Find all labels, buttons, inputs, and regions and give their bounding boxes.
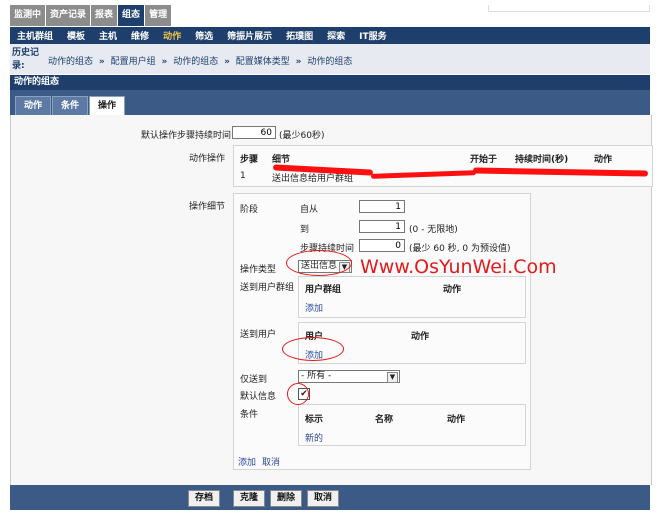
col-label: 标示	[305, 415, 324, 425]
breadcrumb-separator: »	[295, 57, 302, 67]
col-user-action: 动作	[411, 332, 430, 342]
step-duration-note: (最少 60 秒, 0 为预设值)	[409, 244, 511, 254]
operations-form: 默认操作步骤持续时间 (最少60秒) 动作操作 步骤 细节 开始于 持续时间(秒…	[10, 115, 653, 485]
default-duration-input[interactable]	[232, 126, 276, 139]
breadcrumb-item[interactable]: 动作的组态	[307, 57, 352, 67]
save-button[interactable]: 存档	[188, 490, 221, 507]
breadcrumb-item[interactable]: 动作的组态	[48, 57, 93, 67]
breadcrumb-item[interactable]: 配置媒体类型	[236, 57, 290, 67]
col-user-group: 用户群组	[305, 285, 342, 295]
form-footer: 存档 克隆 删除 取消	[10, 485, 650, 510]
subnav-host-groups[interactable]: 主机群组	[10, 29, 60, 42]
section-title: 动作的组态	[14, 77, 60, 87]
send-users-label: 送到用户	[240, 330, 277, 340]
top-tab-monitoring[interactable]: 监测中	[10, 5, 47, 26]
conditions-table: 标示 名称 动作 新的	[298, 404, 526, 446]
top-tab-reports[interactable]: 报表	[91, 5, 119, 26]
annotation-circle-add-user	[282, 337, 344, 361]
steps-label: 阶段	[240, 205, 259, 215]
add-operation-link[interactable]: 添加	[238, 455, 256, 468]
to-label: 到	[300, 225, 310, 235]
delete-button[interactable]: 删除	[270, 490, 303, 507]
from-input[interactable]	[359, 200, 405, 213]
history-label: 历史记录:	[12, 48, 40, 71]
col-action: 动作	[594, 155, 613, 165]
subnav-hosts[interactable]: 主机	[92, 29, 124, 42]
operations-label: 动作操作	[188, 154, 225, 164]
send-groups-label: 送到用户群组	[240, 283, 295, 293]
op-type-label: 操作类型	[240, 265, 277, 275]
subnav-discovery[interactable]: 探索	[320, 29, 352, 42]
form-tabs: 动作 条件 操作	[10, 90, 650, 116]
to-note: (0 - 无限地)	[409, 225, 458, 235]
col-name: 名称	[375, 415, 394, 425]
only-send-select[interactable]: - 所有 - ▼	[298, 370, 400, 383]
top-tab-configuration[interactable]: 组态	[118, 5, 146, 26]
tab-operations[interactable]: 操作	[89, 96, 126, 116]
col-start: 开始于	[470, 155, 498, 165]
default-duration-label: 默认操作步骤持续时间	[140, 131, 231, 141]
subnav-it-services[interactable]: IT服务	[352, 29, 394, 42]
subnav-slideshows[interactable]: 筛振片展示	[220, 29, 279, 42]
conditions-label: 条件	[240, 410, 259, 420]
only-send-label: 仅送到	[240, 375, 268, 385]
breadcrumb: 动作的组态 » 配置用户组 » 动作的组态 » 配置媒体类型 » 动作的组态	[48, 54, 352, 67]
col-group-action: 动作	[443, 285, 462, 295]
default-duration-note: (最少60秒)	[279, 131, 325, 141]
top-tab-administration[interactable]: 管理	[145, 5, 173, 26]
from-label: 自从	[300, 205, 319, 215]
breadcrumb-separator: »	[224, 57, 230, 67]
breadcrumb-separator: »	[161, 57, 168, 67]
chevron-down-icon: ▼	[387, 372, 398, 383]
col-duration: 持续时间(秒)	[515, 155, 569, 165]
top-navigation: 监测中 资产记录 报表 组态 管理	[10, 5, 650, 26]
tab-action[interactable]: 动作	[15, 96, 52, 116]
clone-button[interactable]: 克隆	[233, 490, 266, 507]
to-input[interactable]	[359, 220, 405, 233]
subnav-templates[interactable]: 模板	[60, 29, 92, 42]
tab-conditions[interactable]: 条件	[52, 96, 89, 116]
op-details-panel: 阶段 自从 到 (0 - 无限地) 步骤持续时间 (最少 60 秒, 0 为预设…	[233, 193, 531, 470]
watermark-text: Www.OsYunWei.Com	[360, 256, 557, 278]
col-detail: 细节	[272, 155, 291, 165]
step-duration-input[interactable]	[359, 239, 405, 252]
op-details-label: 操作细节	[188, 202, 225, 212]
section-title-bar: 动作的组态	[10, 75, 650, 90]
only-send-value: - 所有 -	[301, 371, 332, 381]
breadcrumb-item[interactable]: 动作的组态	[173, 57, 218, 67]
subnav-filters[interactable]: 筛选	[188, 29, 220, 42]
sub-navigation: 主机群组 模板 主机 维修 动作 筛选 筛振片展示 拓璞图 探索 IT服务	[10, 27, 650, 44]
cancel-operation-link[interactable]: 取消	[262, 455, 280, 468]
cancel-button[interactable]: 取消	[307, 490, 340, 507]
col-cond-action: 动作	[447, 415, 466, 425]
subnav-actions[interactable]: 动作	[156, 29, 188, 42]
breadcrumb-item[interactable]: 配置用户组	[111, 57, 156, 67]
annotation-circle-default-msg	[287, 383, 309, 405]
annotation-circle-op-type	[286, 250, 352, 276]
send-groups-table: 用户群组 动作 添加	[298, 276, 526, 318]
add-user-group-link[interactable]: 添加	[305, 301, 323, 314]
default-msg-label: 默认信息	[240, 392, 277, 402]
top-right-panel	[488, 5, 650, 12]
history-bar: 历史记录: 动作的组态 » 配置用户组 » 动作的组态 » 配置媒体类型 » 动…	[10, 44, 650, 74]
top-tab-inventory[interactable]: 资产记录	[46, 5, 92, 26]
operation-step: 1	[240, 171, 246, 181]
new-condition-link[interactable]: 新的	[305, 431, 323, 444]
subnav-maps[interactable]: 拓璞图	[279, 29, 320, 42]
subnav-maintenance[interactable]: 维修	[124, 29, 156, 42]
breadcrumb-separator: »	[98, 57, 105, 67]
col-step: 步骤	[240, 155, 259, 165]
